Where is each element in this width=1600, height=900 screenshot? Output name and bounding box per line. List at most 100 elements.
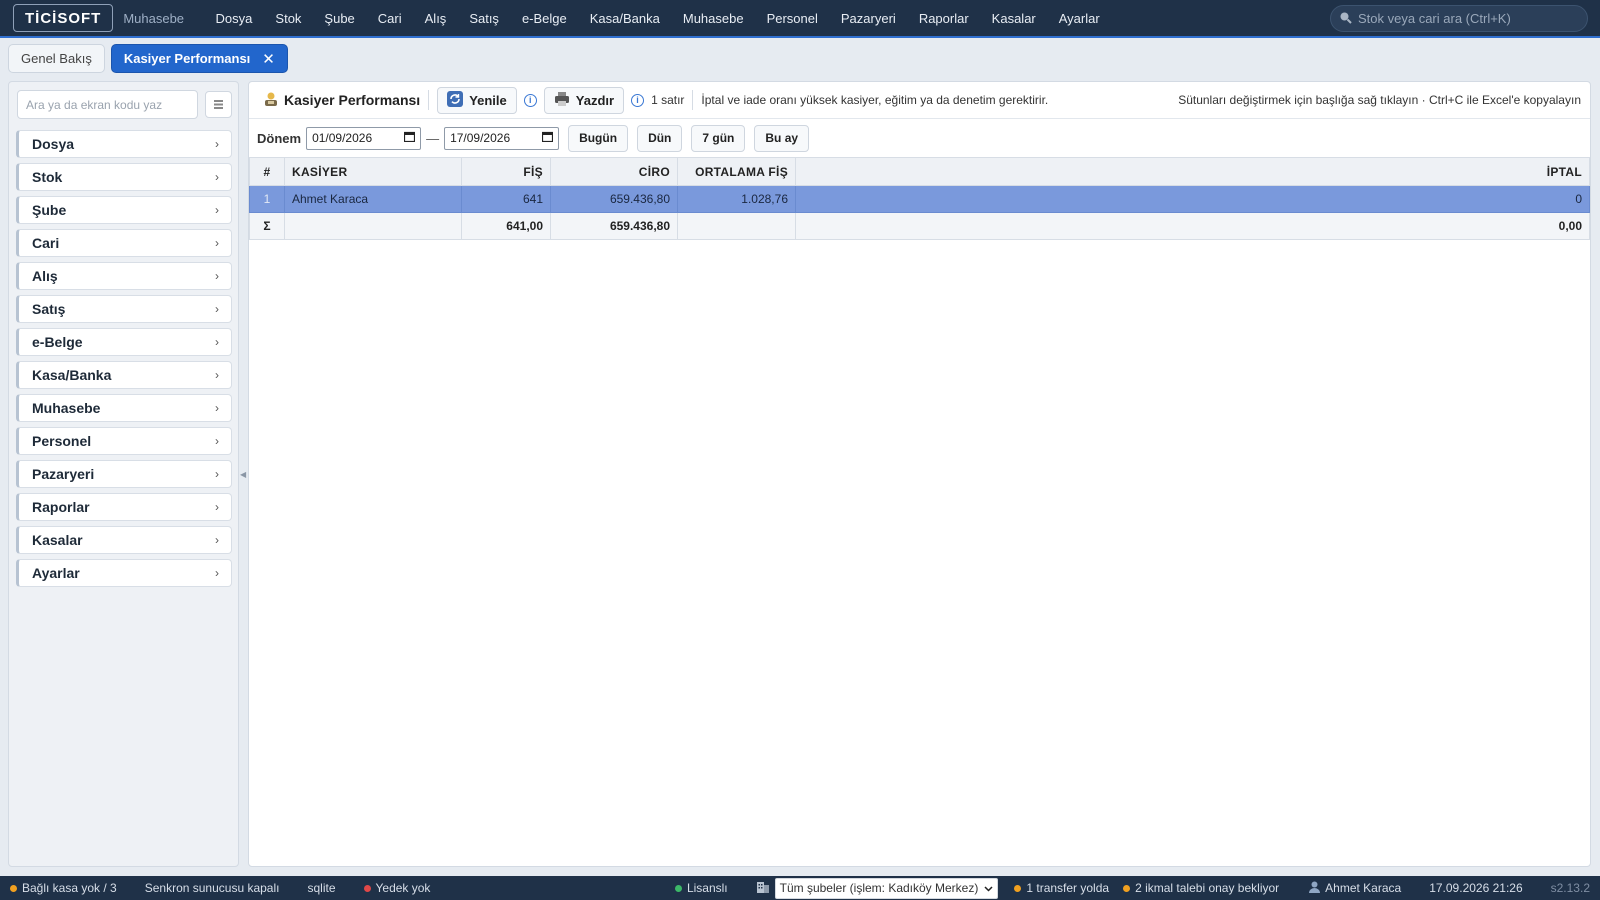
sidebar-item-alis[interactable]: Alış ›	[16, 262, 232, 290]
sidebar-item-muhasebe[interactable]: Muhasebe ›	[16, 394, 232, 422]
sync-status-text: Senkron sunucusu kapalı	[144, 881, 280, 895]
this-month-button[interactable]: Bu ay	[754, 124, 810, 152]
app-logo[interactable]: TİCİSOFT	[13, 4, 114, 32]
menu-ebelge[interactable]: e-Belge	[510, 0, 578, 36]
tab-genel-bakis[interactable]: Genel Bakış	[8, 44, 105, 73]
cell-cancel: 0	[795, 185, 1590, 213]
orange-dot-icon	[1123, 884, 1131, 892]
sidebar-item-stok[interactable]: Stok ›	[16, 163, 232, 191]
sidebar-item-cari[interactable]: Cari ›	[16, 229, 232, 257]
sidebar-item-kasa-banka[interactable]: Kasa/Banka ›	[16, 361, 232, 389]
sidebar-item-personel[interactable]: Personel ›	[16, 427, 232, 455]
col-cashier[interactable]: KASİYER	[284, 157, 462, 186]
row-count: 1 satır	[651, 93, 685, 107]
toolbar-divider	[428, 90, 430, 110]
menu-raporlar[interactable]: Raporlar	[907, 0, 980, 36]
sidebar-item-label: Alış	[32, 268, 58, 284]
grid-icon[interactable]	[205, 91, 232, 118]
version-status: s2.13.2	[1551, 881, 1590, 895]
cell-receipts: 641	[461, 185, 551, 213]
col-average-receipt[interactable]: ORTALAMA FİŞ	[677, 157, 796, 186]
sidebar-item-ebelge[interactable]: e-Belge ›	[16, 328, 232, 356]
menu-sube[interactable]: Şube	[313, 0, 366, 36]
chevron-right-icon: ›	[215, 434, 219, 448]
sidebar-item-sube[interactable]: Şube ›	[16, 196, 232, 224]
chevron-right-icon: ›	[215, 467, 219, 481]
menu-stok[interactable]: Stok	[264, 0, 313, 36]
close-icon[interactable]: ✕	[262, 50, 275, 68]
total-receipts: 641,00	[461, 212, 551, 240]
global-search-input[interactable]	[1358, 11, 1578, 26]
user-status[interactable]: Ahmet Karaca	[1309, 881, 1401, 896]
tab-label: Kasiyer Performansı	[123, 51, 251, 66]
red-dot-icon	[363, 884, 371, 892]
menu-ayarlar[interactable]: Ayarlar	[1047, 0, 1111, 36]
cashier-table: # KASİYER FİŞ CİRO ORTALAMA FİŞ İPTAL 1 …	[249, 157, 1590, 240]
print-button[interactable]: Yazdır	[543, 86, 625, 114]
transfer-status[interactable]: 1 transfer yolda	[1014, 881, 1109, 895]
page-title: Kasiyer Performansı	[263, 91, 420, 110]
col-cancel[interactable]: İPTAL	[795, 157, 1590, 186]
sidebar-item-satis[interactable]: Satış ›	[16, 295, 232, 323]
replenish-status[interactable]: 2 ikmal talebi onay bekliyor	[1123, 881, 1279, 895]
yesterday-button[interactable]: Dün	[637, 124, 683, 152]
total-cancel: 0,00	[795, 212, 1590, 240]
search-icon	[1339, 11, 1352, 27]
sidebar-item-kasalar[interactable]: Kasalar ›	[16, 526, 232, 554]
transfer-status-text: 1 transfer yolda	[1026, 881, 1110, 895]
menu-kasa-banka[interactable]: Kasa/Banka	[578, 0, 671, 36]
col-index[interactable]: #	[249, 157, 285, 186]
datetime-status: 17.09.2026 21:26	[1429, 881, 1522, 895]
green-dot-icon	[674, 884, 682, 892]
menu-cari[interactable]: Cari	[366, 0, 413, 36]
col-receipts[interactable]: FİŞ	[461, 157, 551, 186]
last-7-days-button[interactable]: 7 gün	[691, 124, 746, 152]
refresh-button[interactable]: Yenile	[437, 86, 517, 114]
sidebar-search[interactable]	[17, 90, 198, 119]
license-status: Lisanslı	[674, 881, 728, 895]
global-search[interactable]	[1330, 5, 1588, 32]
sidebar-item-raporlar[interactable]: Raporlar ›	[16, 493, 232, 521]
tab-kasiyer-performansi[interactable]: Kasiyer Performansı ✕	[110, 44, 288, 73]
info-icon[interactable]: i	[523, 93, 537, 107]
report-toolbar: Kasiyer Performansı Yenile i Yazdır i 1 …	[249, 82, 1590, 119]
period-label: Dönem	[257, 130, 302, 146]
chevron-right-icon: ›	[215, 500, 219, 514]
sidebar-list: Dosya › Stok › Şube › Cari › Alış › Satış › e-…	[16, 130, 232, 592]
total-cashier	[284, 212, 462, 240]
sidebar-item-pazaryeri[interactable]: Pazaryeri ›	[16, 460, 232, 488]
menu-satis[interactable]: Satış	[458, 0, 511, 36]
backup-status-text: Yedek yok	[375, 881, 431, 895]
menu-dosya[interactable]: Dosya	[204, 0, 264, 36]
sidebar-search-input[interactable]	[26, 97, 186, 112]
table-row[interactable]: 1 Ahmet Karaca 641 659.436,80 1.028,76 0	[249, 185, 1590, 213]
menu-personel[interactable]: Personel	[755, 0, 829, 36]
today-button[interactable]: Bugün	[568, 124, 629, 152]
calendar-icon[interactable]	[403, 131, 416, 145]
col-revenue[interactable]: CİRO	[550, 157, 678, 186]
sidebar-item-dosya[interactable]: Dosya ›	[16, 130, 232, 158]
menu-pazaryeri[interactable]: Pazaryeri	[829, 0, 907, 36]
grid-hint: Sütunları değiştirmek için başlığa sağ t…	[1178, 93, 1581, 107]
chevron-right-icon: ›	[215, 170, 219, 184]
calendar-icon[interactable]	[541, 131, 554, 145]
sidebar-item-ayarlar[interactable]: Ayarlar ›	[16, 559, 232, 587]
menu-alis[interactable]: Alış	[413, 0, 458, 36]
chevron-right-icon: ›	[215, 368, 219, 382]
branch-select[interactable]: Tüm şubeler (işlem: Kadıköy Merkez)	[774, 877, 999, 899]
info-icon[interactable]: i	[631, 93, 645, 107]
chevron-down-icon	[984, 881, 993, 895]
date-from-field[interactable]: 01/09/2026	[306, 126, 422, 150]
chevron-right-icon: ›	[215, 203, 219, 217]
sidebar: Dosya › Stok › Şube › Cari › Alış › Satış › e-…	[8, 81, 239, 867]
date-to-field[interactable]: 17/09/2026	[444, 126, 560, 150]
collapse-left-icon[interactable]: ◀	[240, 470, 246, 479]
menu-kasalar[interactable]: Kasalar	[980, 0, 1047, 36]
table-header: # KASİYER FİŞ CİRO ORTALAMA FİŞ İPTAL	[249, 157, 1590, 186]
sidebar-item-label: Kasa/Banka	[32, 367, 112, 383]
version-text: s2.13.2	[1550, 881, 1590, 895]
menu-muhasebe[interactable]: Muhasebe	[671, 0, 755, 36]
sidebar-item-label: e-Belge	[32, 334, 83, 350]
chevron-right-icon: ›	[215, 236, 219, 250]
main-menu: Dosya Stok Şube Cari Alış Satış e-Belge …	[204, 0, 1111, 36]
